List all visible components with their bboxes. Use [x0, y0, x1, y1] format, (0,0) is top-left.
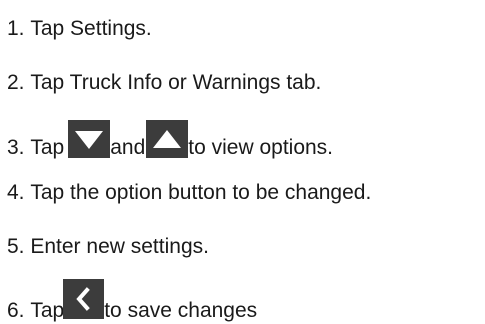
step-text-middle: and	[110, 136, 146, 159]
chevron-down-icon	[68, 120, 111, 158]
step-4: 4. Tap the option button to be changed.	[7, 181, 371, 205]
step-text-after: to save changes	[104, 299, 258, 322]
step-text: Enter new settings.	[30, 235, 209, 258]
step-3: 3. Tap and to view options.	[7, 120, 333, 160]
step-5: 5. Enter new settings.	[7, 235, 209, 259]
step-number: 4.	[7, 181, 25, 204]
step-number: 5.	[7, 235, 25, 258]
step-number: 3.	[7, 136, 25, 159]
step-6: 6. Tap to save changes	[7, 279, 257, 323]
step-2: 2. Tap Truck Info or Warnings tab.	[7, 71, 321, 95]
back-arrow-icon	[63, 279, 105, 319]
step-1: 1. Tap Settings.	[7, 17, 152, 41]
step-number: 2.	[7, 71, 25, 94]
instruction-list: 1. Tap Settings. 2. Tap Truck Info or Wa…	[0, 0, 485, 324]
step-number: 6.	[7, 299, 25, 322]
step-number: 1.	[7, 17, 25, 40]
step-text-after: to view options.	[188, 136, 334, 159]
step-text: Tap Settings.	[30, 17, 152, 40]
step-text: Tap Truck Info or Warnings tab.	[30, 71, 322, 94]
step-text-before: Tap	[30, 136, 65, 159]
chevron-up-icon	[146, 120, 189, 158]
step-text: Tap the option button to be changed.	[30, 181, 372, 204]
step-text-before: Tap	[30, 299, 65, 322]
